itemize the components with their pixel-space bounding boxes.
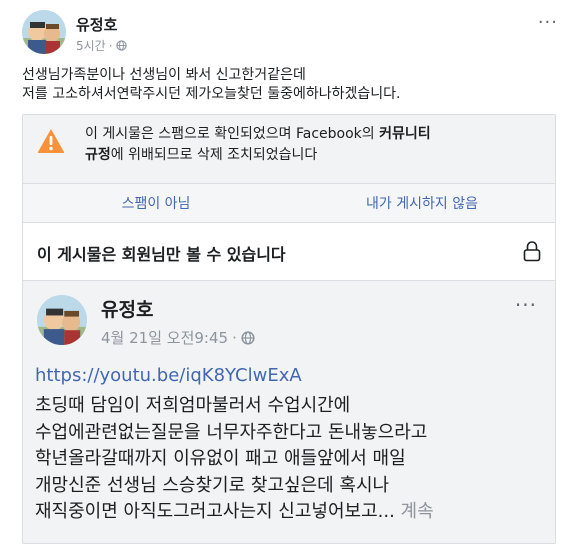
removed-post-card: 이 게시물은 스팸으로 확인되었으며 Facebook의 커뮤니티규정에 위배되… [22,114,556,544]
shared-post-date[interactable]: 4월 21일 오전9:45 [101,327,228,348]
shared-text-line: 재직중이면 아직도그러고사는지 신고넣어보고... 계속 [35,499,550,526]
spam-notice-text: 이 게시물은 스팸으로 확인되었으며 Facebook의 커뮤니티규정에 위배되… [85,124,525,166]
avatar[interactable] [22,10,66,54]
meta-separator: · [232,328,237,347]
shared-text-line: 수업에관련없는질문을 너무자주한다고 돈내놓으라고 [35,421,428,443]
post-text: 선생님가족분이나 선생님이 봐서 신고한거같은데 저를 고소하셔서연락주시던 제… [22,66,552,104]
shared-text-line: 학년올라갈때까지 이유없이 패고 애들앞에서 매일 [35,448,406,469]
visibility-text: 이 게시물은 회원님만 볼 수 있습니다 [37,245,286,264]
spam-actions: 스팸이 아님 내가 게시하지 않음 [23,183,555,223]
author-name[interactable]: 유정호 [76,14,117,35]
avatar-image-icon [22,10,66,54]
warning-icon [37,129,65,153]
more-options-icon[interactable]: ··· [515,293,537,317]
globe-icon[interactable] [241,330,255,345]
shared-text-line: 개망신준 선생님 스승찾기로 찾고싶은데 혹시나 [35,474,390,496]
lock-icon [523,241,541,262]
meta-separator: · [108,38,113,53]
notice-text-part: 에 위배되므로 삭제 조치되었습니다 [110,147,318,163]
shared-post-meta: 4월 21일 오전9:45 · [101,327,255,348]
not-spam-button[interactable]: 스팸이 아님 [23,184,289,222]
avatar-image-icon [37,295,87,345]
notice-text-part: 이 게시물은 스팸으로 확인되었으며 Facebook의 [85,126,380,142]
globe-icon[interactable] [115,40,127,51]
avatar[interactable] [37,295,87,345]
post-text-line: 선생님가족분이나 선생님이 봐서 신고한거같은데 [22,67,306,83]
standards-link[interactable]: 규정 [85,147,111,163]
didnt-post-button[interactable]: 내가 게시하지 않음 [289,184,555,222]
shared-author-name[interactable]: 유정호 [101,295,153,322]
more-options-icon[interactable]: ··· [538,12,558,33]
youtube-link[interactable]: https://youtu.be/iqK8YClwExA [35,365,302,386]
visibility-notice: 이 게시물은 회원님만 볼 수 있습니다 [23,223,555,281]
spam-notice: 이 게시물은 스팸으로 확인되었으며 Facebook의 커뮤니티규정에 위배되… [23,115,555,183]
shared-post-text: 초딩때 담임이 저희엄마불러서 수업시간에 수업에관련없는질문을 너무자주한다고… [35,393,550,526]
shared-text-last: 재직중이면 아직도그러고사는지 신고넣어보고... [35,501,395,522]
post-time[interactable]: 5시간 [76,37,106,54]
shared-text-line: 초딩때 담임이 저희엄마불러서 수업시간에 [35,395,351,416]
post-text-line: 저를 고소하셔서연락주시던 제가오늘찾던 둘중에하나하겠습니다. [22,86,401,102]
community-link[interactable]: 커뮤니티 [379,126,431,142]
shared-post: 유정호 4월 21일 오전9:45 · ··· https://youtu.be… [23,281,555,543]
see-more-link[interactable]: 계속 [401,501,434,522]
post-header: 유정호 5시간 · ··· [22,10,562,56]
post-meta: 5시간 · [76,37,127,54]
